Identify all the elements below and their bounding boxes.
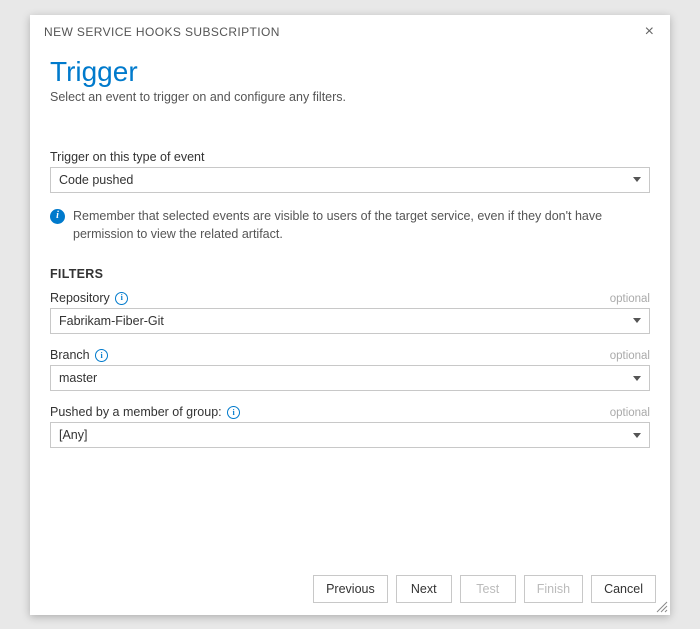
info-banner: Remember that selected events are visibl…: [50, 207, 650, 243]
chevron-down-icon: [633, 177, 641, 182]
chevron-down-icon: [633, 376, 641, 381]
test-button[interactable]: Test: [460, 575, 516, 603]
page-subtext: Select an event to trigger on and config…: [50, 90, 650, 104]
event-type-value: Code pushed: [59, 173, 133, 187]
group-select[interactable]: [Any]: [50, 422, 650, 448]
info-banner-text: Remember that selected events are visibl…: [73, 207, 650, 243]
resize-grip-icon: [654, 599, 668, 613]
group-value: [Any]: [59, 428, 88, 442]
event-type-field: Trigger on this type of event Code pushe…: [50, 150, 650, 193]
group-field: Pushed by a member of group: optional [A…: [50, 405, 650, 448]
dialog: NEW SERVICE HOOKS SUBSCRIPTION × Trigger…: [30, 15, 670, 615]
optional-label: optional: [610, 293, 650, 305]
chevron-down-icon: [633, 318, 641, 323]
repository-label: Repository: [50, 291, 128, 305]
repository-value: Fabrikam-Fiber-Git: [59, 314, 164, 328]
next-button[interactable]: Next: [396, 575, 452, 603]
branch-value: master: [59, 371, 97, 385]
info-icon[interactable]: [95, 349, 108, 362]
info-icon: [50, 209, 65, 224]
info-icon[interactable]: [227, 406, 240, 419]
chevron-down-icon: [633, 433, 641, 438]
repository-select[interactable]: Fabrikam-Fiber-Git: [50, 308, 650, 334]
cancel-button[interactable]: Cancel: [591, 575, 656, 603]
branch-field: Branch optional master: [50, 348, 650, 391]
event-type-label: Trigger on this type of event: [50, 150, 204, 164]
finish-button[interactable]: Finish: [524, 575, 583, 603]
branch-select[interactable]: master: [50, 365, 650, 391]
dialog-footer: Previous Next Test Finish Cancel: [30, 565, 670, 615]
dialog-header: NEW SERVICE HOOKS SUBSCRIPTION ×: [30, 15, 670, 46]
event-type-select[interactable]: Code pushed: [50, 167, 650, 193]
info-icon[interactable]: [115, 292, 128, 305]
optional-label: optional: [610, 407, 650, 419]
optional-label: optional: [610, 350, 650, 362]
dialog-title: NEW SERVICE HOOKS SUBSCRIPTION: [44, 25, 280, 39]
previous-button[interactable]: Previous: [313, 575, 388, 603]
dialog-body: Trigger Select an event to trigger on an…: [30, 46, 670, 565]
close-icon[interactable]: ×: [643, 24, 656, 40]
repository-field: Repository optional Fabrikam-Fiber-Git: [50, 291, 650, 334]
filters-heading: FILTERS: [50, 267, 650, 281]
page-heading: Trigger: [50, 56, 650, 88]
branch-label: Branch: [50, 348, 108, 362]
group-label: Pushed by a member of group:: [50, 405, 240, 419]
